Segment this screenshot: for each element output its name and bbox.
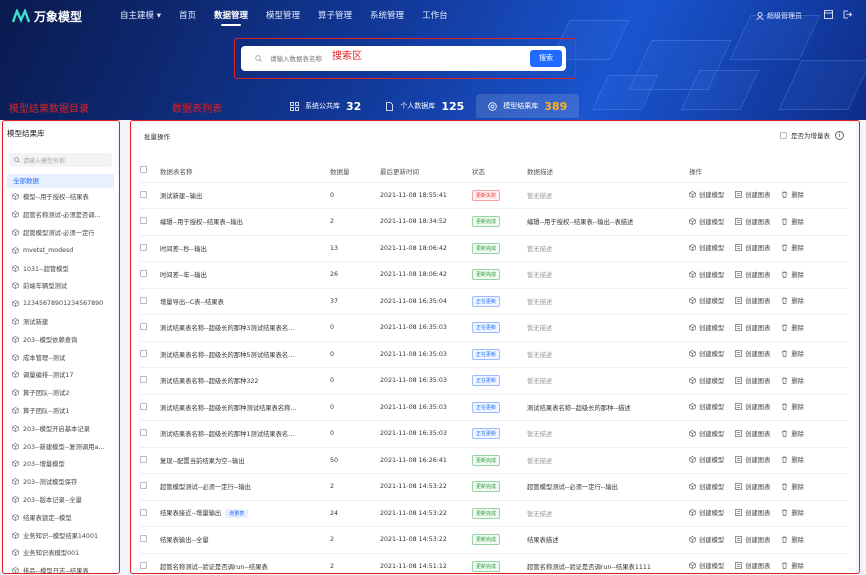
tab-1[interactable]: 个人数据库 125 xyxy=(373,94,476,118)
left-dir-label: 模型结果数据目录 xyxy=(9,104,89,115)
tab-label: 模型结果库 xyxy=(503,102,539,110)
table-list-highlight xyxy=(130,120,860,574)
nav-item-6[interactable]: 工作台 xyxy=(422,0,448,32)
search-area-highlight xyxy=(234,38,576,79)
file-icon xyxy=(386,101,394,111)
table-list-label: 数据表列表 xyxy=(172,104,222,115)
nav-item-1[interactable]: 首页 xyxy=(179,0,196,32)
user-menu[interactable]: 超级管理员 xyxy=(756,0,802,32)
grid-icon xyxy=(290,101,299,111)
main-menu: 自主建模 ▾ 首页 数据管理 模型管理 算子管理 系统管理 工作台 xyxy=(120,0,466,32)
top-nav: 万象模型 自主建模 ▾ 首页 数据管理 模型管理 算子管理 系统管理 工作台 超级管理员 xyxy=(0,0,866,32)
nav-item-5[interactable]: 系统管理 xyxy=(370,0,404,32)
tab-2[interactable]: 模型结果库 389 xyxy=(476,94,580,118)
left-dir-highlight xyxy=(2,120,120,574)
tab-count: 389 xyxy=(544,99,568,113)
nav-item-4[interactable]: 算子管理 xyxy=(318,0,352,32)
tab-count: 125 xyxy=(441,99,465,113)
tab-count: 32 xyxy=(346,99,362,113)
cube-icon xyxy=(488,101,497,111)
nav-item-3[interactable]: 模型管理 xyxy=(266,0,300,32)
logout-icon[interactable] xyxy=(843,10,852,19)
user-name: 超级管理员 xyxy=(767,12,802,20)
logo-text: 万象模型 xyxy=(34,9,83,24)
tab-label: 系统公共库 xyxy=(305,102,340,110)
nav-item-2[interactable]: 数据管理 xyxy=(214,0,248,32)
app-logo[interactable]: 万象模型 xyxy=(12,8,112,25)
nav-icons xyxy=(824,10,852,19)
window-icon[interactable] xyxy=(824,10,833,19)
nav-item-0[interactable]: 自主建模 ▾ xyxy=(120,0,161,32)
user-icon xyxy=(756,12,764,20)
logo-icon xyxy=(12,9,30,23)
search-area-label: 搜索区 xyxy=(332,51,362,62)
tab-0[interactable]: 系统公共库 32 xyxy=(278,94,373,118)
library-tabs: 系统公共库 32 个人数据库 125 模型结果库 389 xyxy=(278,94,580,118)
tab-label: 个人数据库 xyxy=(400,102,436,110)
